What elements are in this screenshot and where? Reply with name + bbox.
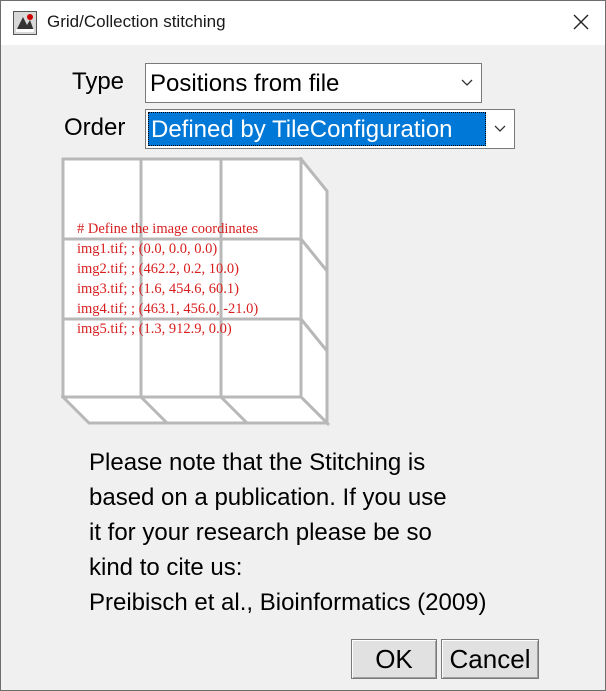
note-line: it for your research please be so — [89, 519, 432, 546]
order-dropdown[interactable]: Defined by TileConfiguration — [145, 109, 515, 149]
citation-line: Preibisch et al., Bioinformatics (2009) — [89, 589, 487, 616]
cancel-button[interactable]: Cancel — [441, 639, 539, 679]
diagram-text-line: img3.tif; ; (1.6, 454.6, 60.1) — [77, 281, 239, 297]
window-title: Grid/Collection stitching — [47, 12, 226, 31]
order-value: Defined by TileConfiguration — [151, 116, 453, 143]
type-dropdown[interactable]: Positions from file — [145, 63, 482, 103]
order-selection-highlight: Defined by TileConfiguration — [148, 112, 486, 146]
type-value: Positions from file — [150, 70, 340, 97]
dialog-window: Grid/Collection stitching Type Positions… — [0, 0, 606, 691]
note-line: Please note that the Stitching is — [89, 449, 426, 476]
close-icon — [573, 14, 589, 30]
note-line: kind to cite us: — [89, 554, 243, 581]
diagram-text-line: img2.tif; ; (462.2, 0.2, 10.0) — [77, 261, 239, 277]
chevron-down-icon — [461, 79, 473, 86]
diagram-text-line: img5.tif; ; (1.3, 912.9, 0.0) — [77, 321, 232, 337]
close-button[interactable] — [557, 1, 605, 45]
diagram-text-line: img1.tif; ; (0.0, 0.0, 0.0) — [77, 241, 218, 257]
type-label: Type — [72, 68, 125, 95]
ok-button[interactable]: OK — [351, 639, 437, 679]
order-label: Order — [64, 114, 126, 141]
fiji-app-icon — [13, 11, 37, 35]
note-line: based on a publication. If you use — [89, 484, 447, 511]
diagram-text-line: # Define the image coordinates — [77, 221, 259, 237]
title-bar: Grid/Collection stitching — [1, 1, 605, 45]
diagram-text-line: img4.tif; ; (463.1, 456.0, -21.0) — [77, 301, 259, 317]
chevron-down-icon — [494, 125, 506, 132]
